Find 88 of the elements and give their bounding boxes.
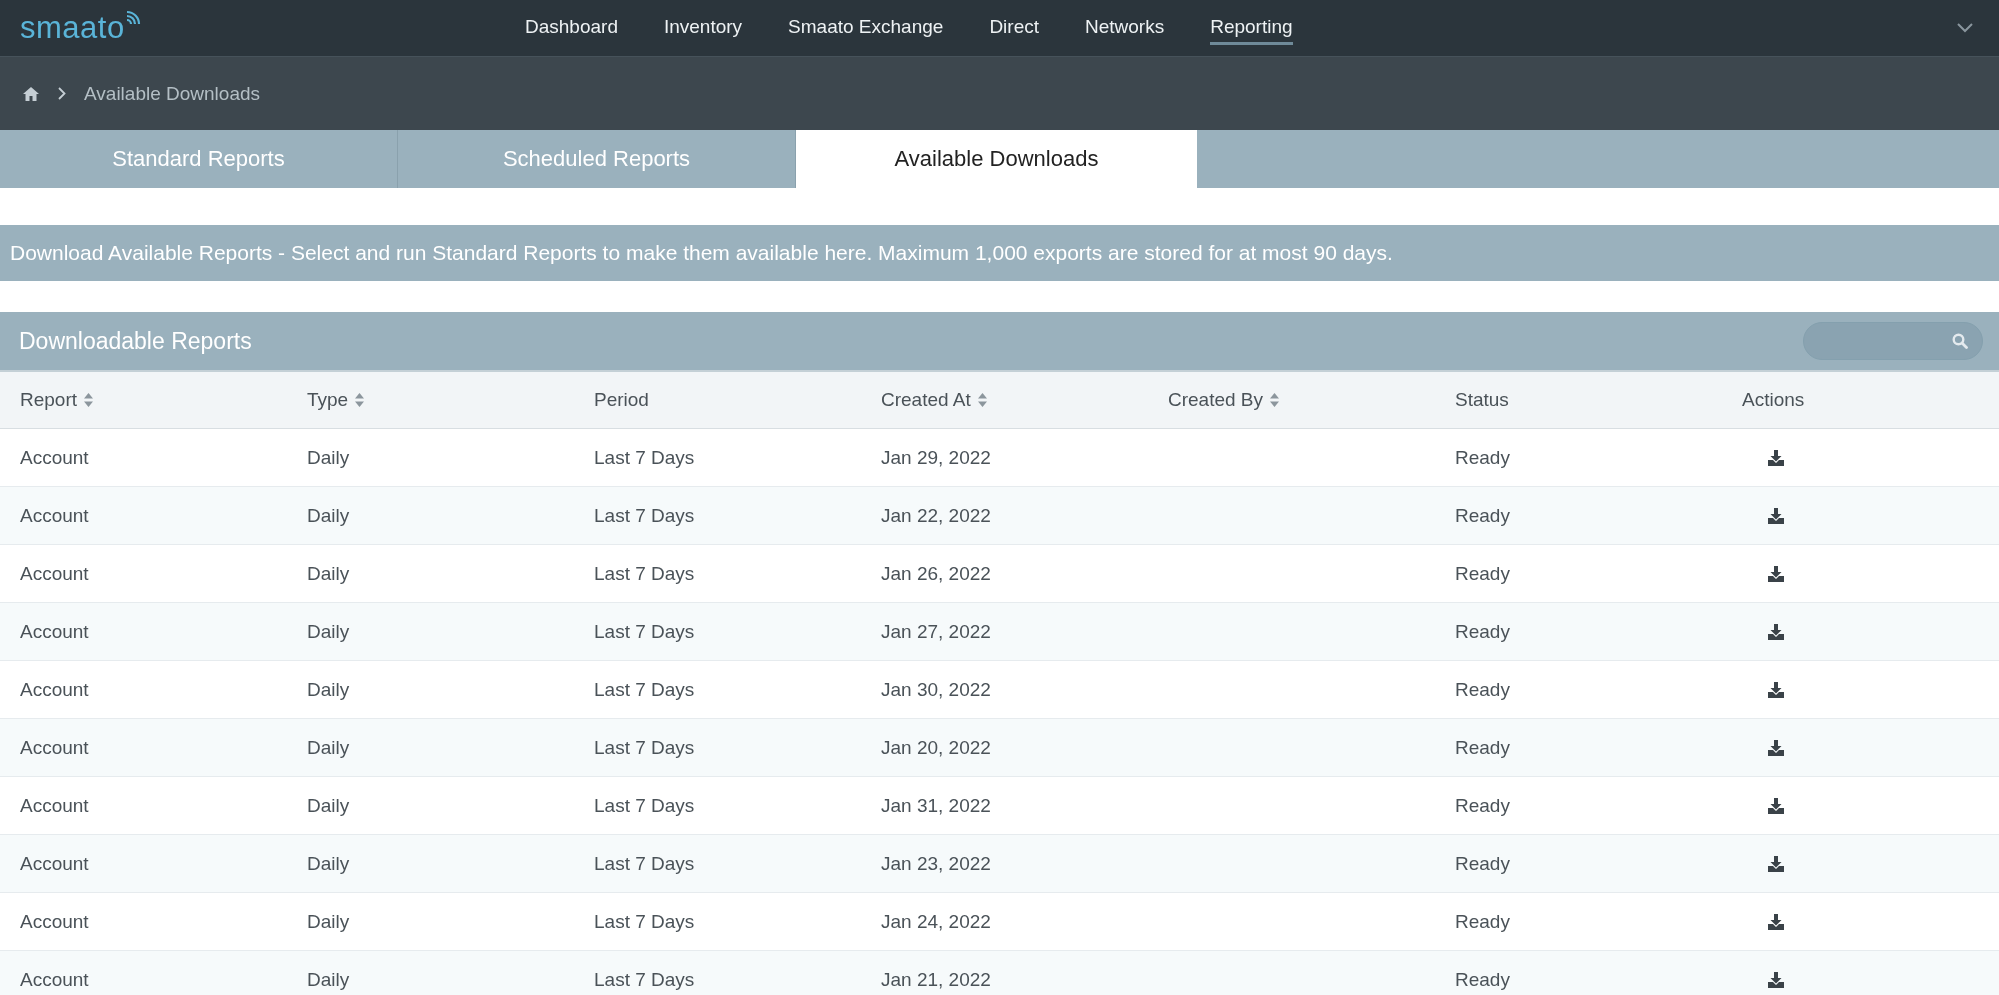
download-icon[interactable] — [1767, 680, 1785, 699]
download-icon[interactable] — [1767, 564, 1785, 583]
tab[interactable]: Available Downloads — [796, 130, 1197, 188]
table-cell: Daily — [307, 968, 350, 991]
download-icon[interactable] — [1767, 506, 1785, 525]
signal-waves-icon — [124, 8, 143, 26]
table-cell: Ready — [1455, 620, 1510, 643]
table-cell: Account — [20, 968, 89, 991]
nav-link[interactable]: Smaato Exchange — [788, 11, 944, 45]
table-cell: Last 7 Days — [594, 910, 695, 933]
table-cell: Ready — [1455, 852, 1510, 875]
table-cell: Ready — [1455, 968, 1510, 991]
table-cell: Ready — [1455, 504, 1510, 527]
table-cell: Last 7 Days — [594, 968, 695, 991]
table-cell: Last 7 Days — [594, 446, 695, 469]
brand-logo[interactable]: smaato — [20, 10, 125, 46]
column-label: Type — [307, 389, 349, 411]
column-label: Created At — [881, 389, 971, 411]
download-icon[interactable] — [1767, 448, 1785, 467]
download-icon[interactable] — [1767, 854, 1785, 873]
table-cell: Daily — [307, 852, 350, 875]
table-cell: Ready — [1455, 910, 1510, 933]
table-cell: Jan 20, 2022 — [881, 736, 991, 759]
table-cell: Account — [20, 852, 89, 875]
chevron-down-icon[interactable] — [1957, 23, 1973, 33]
table-cell: Account — [20, 794, 89, 817]
table-cell: Jan 23, 2022 — [881, 852, 991, 875]
table-cell: Last 7 Days — [594, 794, 695, 817]
chevron-right-icon — [58, 87, 66, 100]
table-cell: Account — [20, 562, 89, 585]
table-cell: Daily — [307, 910, 350, 933]
nav-link[interactable]: Dashboard — [525, 11, 618, 45]
panel-title: Downloadable Reports — [19, 327, 252, 355]
table-cell: Last 7 Days — [594, 620, 695, 643]
table-cell: Account — [20, 910, 89, 933]
table-cell: Last 7 Days — [594, 736, 695, 759]
nav-link[interactable]: Reporting — [1210, 11, 1293, 45]
table-cell: Last 7 Days — [594, 504, 695, 527]
table-cell: Account — [20, 620, 89, 643]
table-cell: Jan 22, 2022 — [881, 504, 991, 527]
home-icon[interactable] — [22, 85, 40, 102]
table-cell: Daily — [307, 794, 350, 817]
column-label: Actions — [1742, 389, 1805, 411]
table-cell: Last 7 Days — [594, 852, 695, 875]
table-cell: Daily — [307, 620, 350, 643]
table-cell: Jan 27, 2022 — [881, 620, 991, 643]
sort-icon[interactable] — [1269, 392, 1281, 408]
sort-icon[interactable] — [83, 392, 95, 408]
nav-link[interactable]: Direct — [989, 11, 1039, 45]
column-label: Period — [594, 389, 649, 411]
search-icon — [1952, 333, 1968, 349]
table-cell: Ready — [1455, 562, 1510, 585]
table-cell: Ready — [1455, 794, 1510, 817]
table-cell: Jan 24, 2022 — [881, 910, 991, 933]
table-cell: Jan 30, 2022 — [881, 678, 991, 701]
table-cell: Daily — [307, 446, 350, 469]
info-text: Download Available Reports - Select and run Standard Reports to make them available here. Maximum 1,000 exports are stored for at most 90 days. — [10, 241, 1393, 265]
table-cell: Jan 21, 2022 — [881, 968, 991, 991]
table-cell: Ready — [1455, 736, 1510, 759]
sort-icon[interactable] — [354, 392, 366, 408]
download-icon[interactable] — [1767, 970, 1785, 989]
download-icon[interactable] — [1767, 796, 1785, 815]
nav-link[interactable]: Inventory — [663, 11, 743, 45]
table-cell: Account — [20, 446, 89, 469]
table-cell: Account — [20, 504, 89, 527]
sort-icon[interactable] — [976, 392, 988, 408]
breadcrumb-item[interactable]: Available Downloads — [84, 82, 261, 105]
search-field[interactable] — [1803, 322, 1983, 360]
table-cell: Last 7 Days — [594, 562, 695, 585]
column-label: Status — [1455, 389, 1509, 411]
download-icon[interactable] — [1767, 738, 1785, 757]
table-cell: Account — [20, 736, 89, 759]
table-cell: Ready — [1455, 446, 1510, 469]
download-icon[interactable] — [1767, 622, 1785, 641]
table-cell: Jan 26, 2022 — [881, 562, 991, 585]
table-cell: Daily — [307, 678, 350, 701]
table-cell: Daily — [307, 562, 350, 585]
download-icon[interactable] — [1767, 912, 1785, 931]
table-cell: Account — [20, 678, 89, 701]
table-cell: Daily — [307, 736, 350, 759]
table-cell: Ready — [1455, 678, 1510, 701]
table-cell: Jan 31, 2022 — [881, 794, 991, 817]
column-label: Report — [20, 389, 78, 411]
nav-link[interactable]: Networks — [1085, 11, 1165, 45]
table-cell: Last 7 Days — [594, 678, 695, 701]
table-cell: Daily — [307, 504, 350, 527]
column-label: Created By — [1168, 389, 1264, 411]
table-cell: Jan 29, 2022 — [881, 446, 991, 469]
